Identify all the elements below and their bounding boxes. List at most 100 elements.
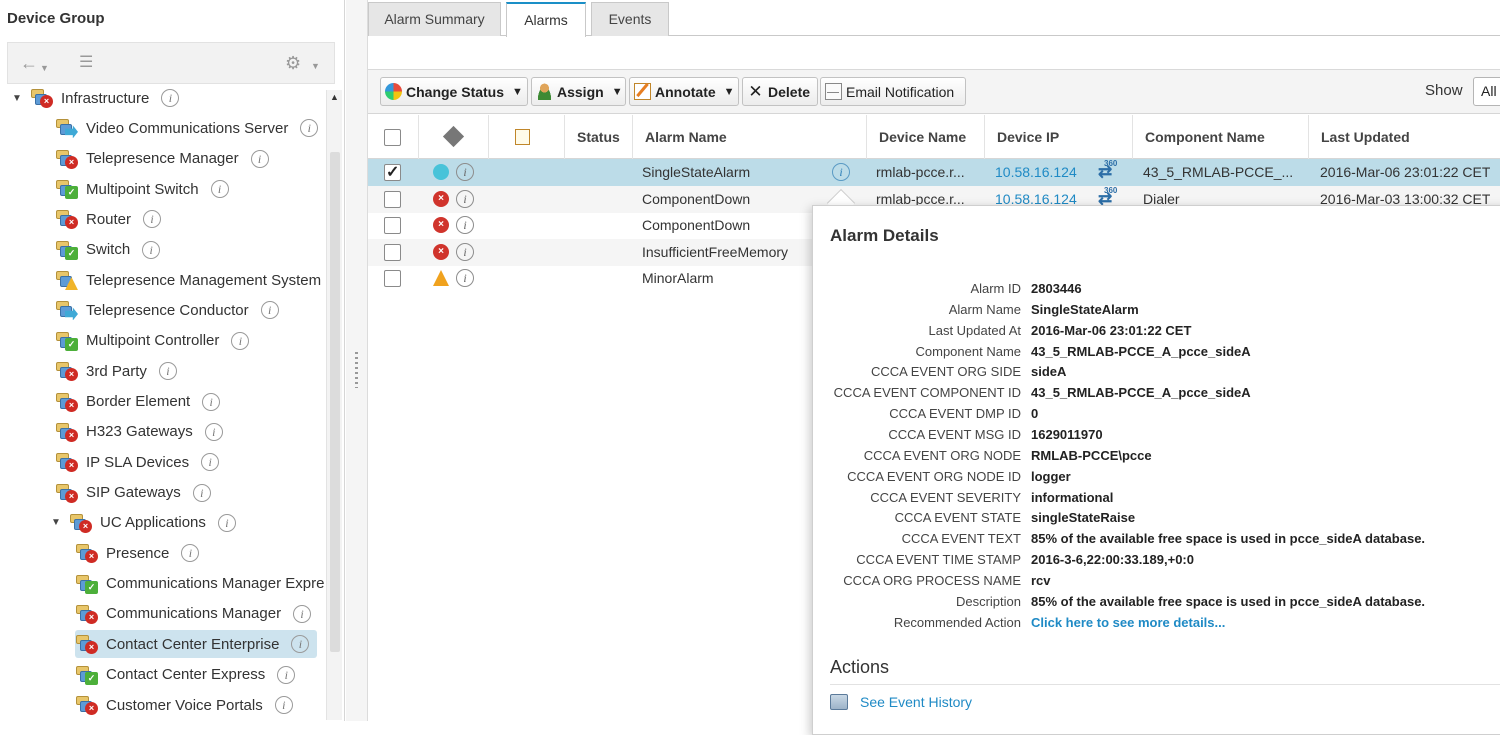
- info-icon[interactable]: i: [192, 483, 211, 502]
- back-icon[interactable]: ←: [20, 54, 38, 72]
- info-icon[interactable]: i: [161, 89, 180, 107]
- device-group-icon: ×: [75, 604, 99, 624]
- assign-button[interactable]: Assign ▼: [531, 77, 626, 106]
- recommended-action-link[interactable]: Click here to see more details...: [1031, 615, 1225, 630]
- alarm-name-cell: SingleStateAlarm: [642, 164, 751, 180]
- tree-item-border-element[interactable]: × Border Element i: [55, 388, 221, 416]
- notes-column-header[interactable]: [488, 115, 564, 159]
- info-icon[interactable]: i: [210, 180, 229, 199]
- alarm-info-icon[interactable]: i: [832, 163, 850, 181]
- info-icon[interactable]: i: [456, 163, 474, 181]
- row-checkbox[interactable]: [384, 162, 401, 182]
- scrollbar-thumb[interactable]: [330, 152, 340, 652]
- show-filter-select[interactable]: All: [1473, 77, 1500, 106]
- info-icon[interactable]: i: [274, 696, 293, 714]
- tab-alarm-summary[interactable]: Alarm Summary: [368, 2, 501, 36]
- column-header-alarm-name[interactable]: Alarm Name: [632, 115, 866, 159]
- warning-severity-icon: [433, 270, 449, 286]
- info-icon[interactable]: i: [142, 240, 161, 259]
- info-icon[interactable]: i: [293, 604, 312, 623]
- column-header-last-updated[interactable]: Last Updated: [1308, 115, 1500, 159]
- chevron-down-icon: ▼: [611, 85, 623, 98]
- info-icon[interactable]: i: [277, 665, 296, 684]
- tree-item-h323-gateways[interactable]: × H323 Gateways i: [55, 418, 223, 446]
- panel-splitter[interactable]: [346, 0, 368, 721]
- tree-item-label: Telepresence Management System: [86, 271, 322, 289]
- severity-column-header[interactable]: [418, 115, 488, 159]
- tab-alarms[interactable]: Alarms: [506, 2, 586, 37]
- critical-status-icon: ×: [65, 398, 78, 412]
- tree-item-ip-sla-devices[interactable]: × IP SLA Devices i: [55, 448, 220, 476]
- tree-item-3rd-party[interactable]: × 3rd Party i: [55, 357, 177, 385]
- device-group-icon: ✓: [75, 574, 99, 594]
- tree-scrollbar[interactable]: ▲: [326, 90, 342, 720]
- tree-item-multipoint-controller[interactable]: ✓ Multipoint Controller i: [55, 327, 250, 355]
- column-header-device-name[interactable]: Device Name: [866, 115, 984, 159]
- tree-item-infrastructure[interactable]: ▼ × Infrastructure i: [12, 84, 180, 112]
- tree-item-customer-voice-portals[interactable]: × Customer Voice Portals i: [75, 691, 293, 719]
- tree-item-sip-gateways[interactable]: × SIP Gateways i: [55, 479, 211, 507]
- tree-item-telepresence-conductor[interactable]: Telepresence Conductor i: [55, 296, 279, 324]
- info-icon[interactable]: i: [291, 635, 310, 654]
- info-icon[interactable]: i: [201, 453, 220, 472]
- scroll-up-icon[interactable]: ▲: [330, 92, 339, 102]
- info-icon[interactable]: i: [181, 544, 200, 563]
- info-icon[interactable]: i: [456, 242, 474, 261]
- info-icon[interactable]: i: [456, 269, 474, 287]
- delete-button[interactable]: ✕ Delete: [742, 77, 818, 106]
- tree-item-multipoint-switch[interactable]: ✓ Multipoint Switch i: [55, 175, 229, 203]
- info-icon[interactable]: i: [231, 331, 250, 350]
- chevron-down-icon: ▼: [723, 85, 735, 98]
- info-icon[interactable]: i: [456, 189, 474, 208]
- row-checkbox[interactable]: [384, 270, 401, 287]
- info-icon[interactable]: i: [204, 422, 223, 441]
- detail-row-ccca-org-process-name: CCCA ORG PROCESS NAME rcv: [813, 573, 1500, 594]
- tree-item-telepresence-management-system[interactable]: Telepresence Management Systemi: [55, 266, 325, 294]
- tree-item-communications-manager-expre[interactable]: ✓Communications Manager Exprei: [75, 570, 325, 598]
- device-group-icon: [55, 270, 79, 291]
- back-dropdown-icon[interactable]: ▼: [40, 59, 49, 77]
- select-all-checkbox[interactable]: [384, 129, 401, 146]
- info-icon[interactable]: i: [250, 149, 269, 168]
- tree-item-contact-center-enterprise[interactable]: × Contact Center Enterprise i: [75, 630, 318, 659]
- splitter-grip-icon[interactable]: [355, 352, 358, 388]
- info-icon[interactable]: i: [158, 362, 177, 381]
- tab-events[interactable]: Events: [591, 2, 669, 36]
- table-row[interactable]: i SingleStateAlarm rmlab-pcce.r... 10.58.16…: [368, 159, 1500, 186]
- row-checkbox[interactable]: [384, 217, 401, 234]
- tree-item-presence[interactable]: × Presence i: [75, 539, 200, 567]
- tree-item-video-communications-server[interactable]: Video Communications Server i: [55, 114, 319, 142]
- column-header-status[interactable]: Status: [564, 115, 632, 159]
- tree-item-uc-applications[interactable]: ▼ × UC Applications i: [51, 509, 236, 537]
- device-ip-cell[interactable]: 10.58.16.124: [995, 159, 1077, 186]
- change-status-button[interactable]: Change Status ▼: [380, 77, 528, 106]
- expand-toggle-icon[interactable]: ▼: [12, 93, 26, 104]
- list-view-icon[interactable]: ☰: [79, 54, 93, 72]
- row-checkbox[interactable]: [384, 190, 401, 208]
- expand-toggle-icon[interactable]: ▼: [51, 517, 65, 528]
- email-notification-button[interactable]: Email Notification: [820, 77, 966, 106]
- column-header-component-name[interactable]: Component Name: [1132, 115, 1308, 159]
- tree-item-switch[interactable]: ✓ Switch i: [55, 236, 161, 264]
- info-icon[interactable]: i: [202, 392, 221, 411]
- tree-item-router[interactable]: × Router i: [55, 205, 162, 233]
- critical-status-icon: ×: [40, 95, 53, 108]
- tree-item-contact-center-express[interactable]: ✓ Contact Center Express i: [75, 661, 296, 689]
- info-icon[interactable]: i: [217, 513, 236, 532]
- tree-item-telepresence-manager[interactable]: × Telepresence Manager i: [55, 145, 269, 173]
- info-icon[interactable]: i: [260, 301, 279, 320]
- info-icon[interactable]: i: [300, 119, 319, 138]
- info-icon[interactable]: i: [143, 210, 162, 229]
- detail-value: informational: [1031, 489, 1114, 505]
- device-group-icon: ×: [55, 392, 79, 412]
- info-icon[interactable]: i: [456, 216, 474, 234]
- tree-item-communications-manager[interactable]: × Communications Manager i: [75, 600, 312, 628]
- row-checkbox[interactable]: [384, 243, 401, 261]
- gear-icon[interactable]: ⚙: [285, 54, 301, 72]
- column-header-device-ip[interactable]: Device IP: [984, 115, 1132, 159]
- sync-360-icon[interactable]: ⇄ 360: [1098, 159, 1117, 182]
- gear-dropdown-icon[interactable]: ▼: [311, 57, 320, 75]
- tree-item-label: 3rd Party: [86, 362, 147, 380]
- annotate-button[interactable]: Annotate ▼: [629, 77, 739, 106]
- see-event-history-link[interactable]: See Event History: [830, 694, 972, 710]
